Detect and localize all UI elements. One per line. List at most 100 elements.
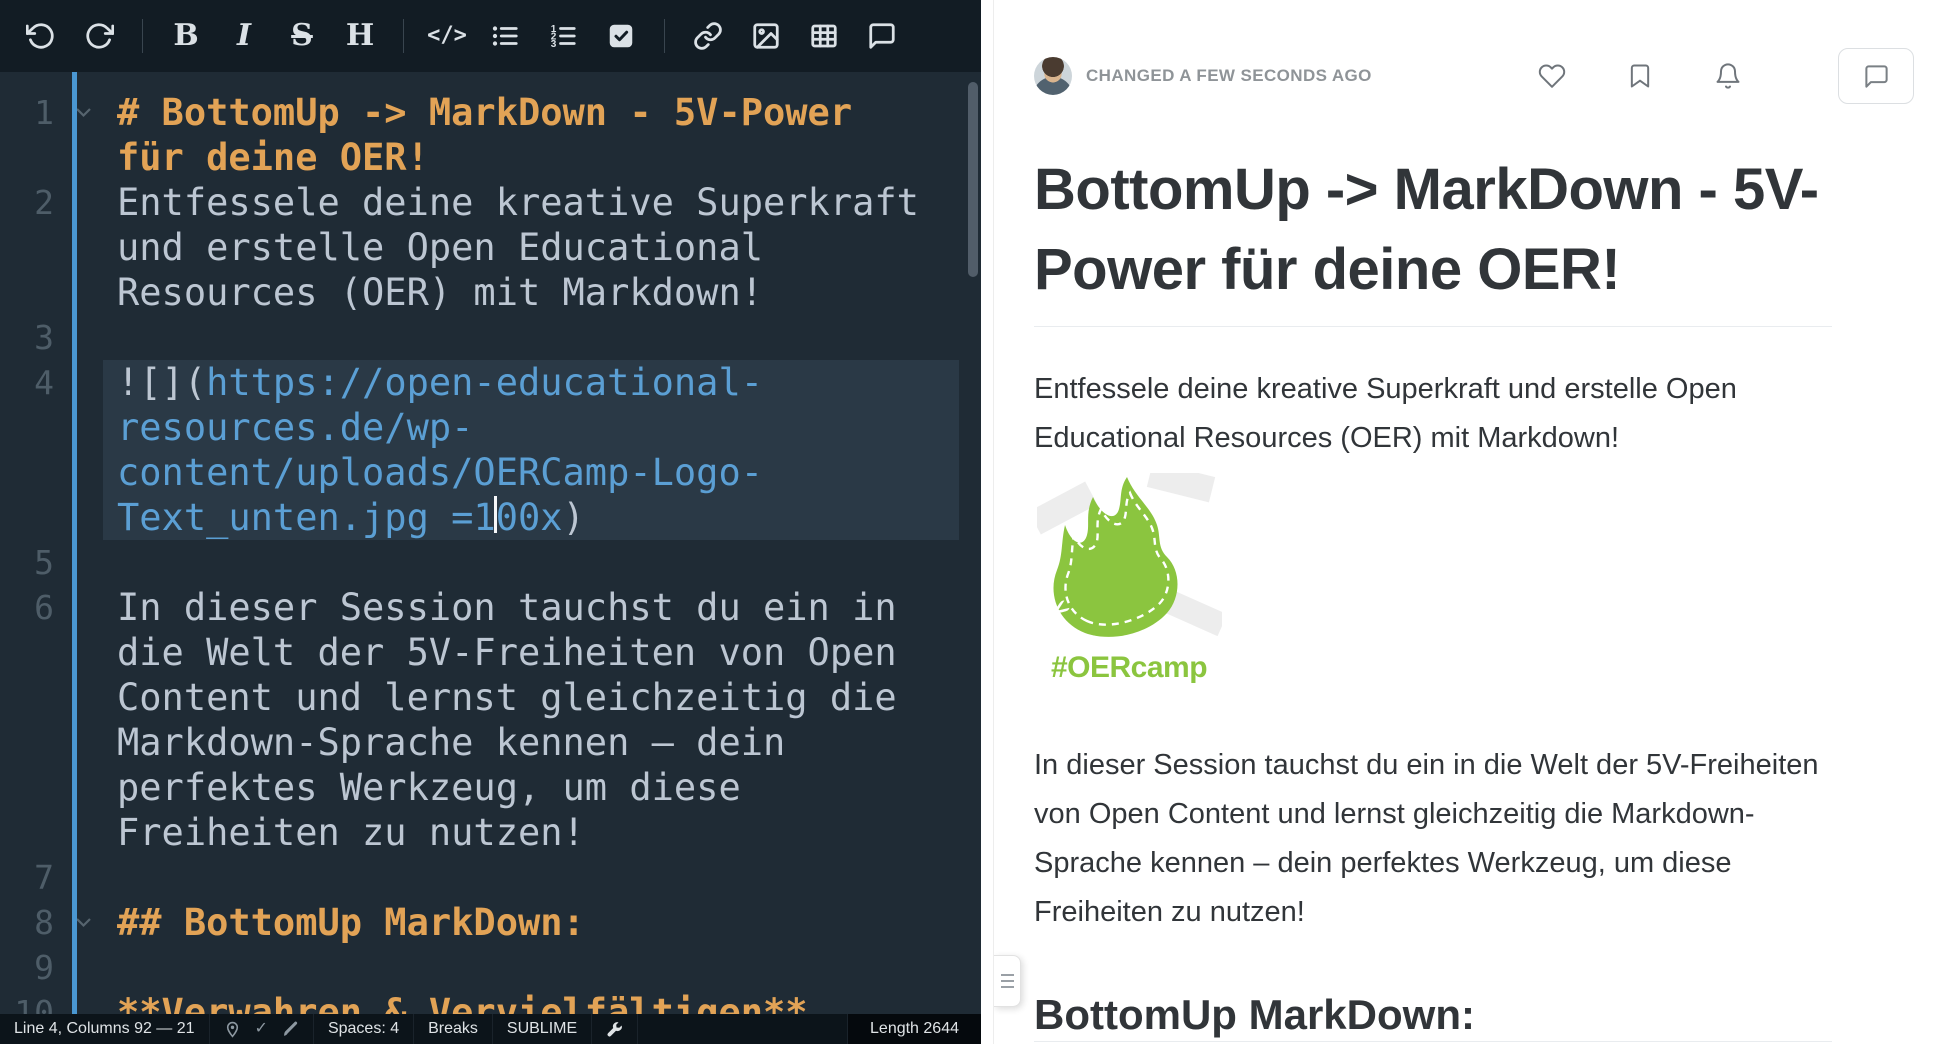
code-row[interactable]: 1# BottomUp -> MarkDown - 5V-Power <box>0 90 981 135</box>
code-text: Resources (OER) mit Markdown! <box>117 270 959 315</box>
like-heart-icon[interactable] <box>1538 62 1566 90</box>
line-number <box>0 135 60 180</box>
fold-gutter <box>60 450 94 495</box>
code-row[interactable]: 6In dieser Session tauchst du ein in <box>0 585 981 630</box>
line-number: 1 <box>0 90 60 135</box>
spaces-setting[interactable]: Spaces: 4 <box>314 1014 414 1044</box>
fold-gutter <box>60 135 94 180</box>
code-editor[interactable]: 1# BottomUp -> MarkDown - 5V-Powerfür de… <box>0 72 981 1014</box>
oercamp-logo: ✂ #OERcamp <box>1034 473 1224 686</box>
fold-gutter <box>60 765 94 810</box>
document-length: Length 2644 <box>847 1014 981 1044</box>
code-row[interactable]: Text_unten.jpg =100x) <box>0 495 981 540</box>
fold-gutter <box>60 360 94 405</box>
fold-gutter <box>60 495 94 540</box>
line-number <box>0 450 60 495</box>
code-row[interactable]: Freiheiten zu nutzen! <box>0 810 981 855</box>
ordered-list-button[interactable]: 123 <box>536 12 590 60</box>
undo-icon <box>26 21 56 51</box>
code-row[interactable]: 10**Verwahren & Vervielfältigen** <box>0 990 981 1014</box>
code-row[interactable]: 2Entfessele deine kreative Superkraft <box>0 180 981 225</box>
code-row[interactable]: 3 <box>0 315 981 360</box>
comment-button[interactable] <box>855 12 909 60</box>
redo-button[interactable] <box>72 12 126 60</box>
bookmark-icon[interactable] <box>1626 62 1654 90</box>
last-changed-text: CHANGED A FEW SECONDS AGO <box>1086 66 1372 86</box>
note-paragraph-1: Entfessele deine kreative Superkraft und… <box>1034 365 1832 463</box>
code-row[interactable]: die Welt der 5V-Freiheiten von Open <box>0 630 981 675</box>
insert-link-button[interactable] <box>681 12 735 60</box>
notification-bell-icon[interactable] <box>1714 62 1742 90</box>
code-row[interactable]: 7 <box>0 855 981 900</box>
code-row[interactable]: Content und lernst gleichzeitig die <box>0 675 981 720</box>
fold-gutter <box>60 270 94 315</box>
undo-button[interactable] <box>14 12 68 60</box>
fold-gutter <box>60 315 94 360</box>
author-avatar[interactable] <box>1034 57 1072 95</box>
editor-scrollbar[interactable] <box>968 82 978 277</box>
code-text <box>117 540 959 585</box>
code-row[interactable]: 8## BottomUp MarkDown: <box>0 900 981 945</box>
rendered-note: BottomUp -> MarkDown - 5V-Power für dein… <box>994 150 1832 1042</box>
line-number: 9 <box>0 945 60 990</box>
bold-button[interactable]: B <box>159 12 213 60</box>
fold-gutter <box>60 405 94 450</box>
code-text: Freiheiten zu nutzen! <box>117 810 959 855</box>
link-icon <box>693 21 723 51</box>
wrench-icon <box>606 1021 623 1038</box>
line-number: 3 <box>0 315 60 360</box>
code-text <box>117 945 959 990</box>
code-row[interactable]: perfektes Werkzeug, um diese <box>0 765 981 810</box>
fold-gutter <box>60 990 94 1014</box>
check-icon[interactable]: ✓ <box>255 1014 268 1044</box>
code-block-button[interactable]: </> <box>420 12 474 60</box>
table-icon <box>809 21 839 51</box>
bullet-list-icon <box>490 21 520 51</box>
insert-image-button[interactable] <box>739 12 793 60</box>
line-number: 7 <box>0 855 60 900</box>
comments-button[interactable] <box>1838 48 1914 104</box>
pin-icon[interactable] <box>224 1021 241 1038</box>
linebreaks-setting[interactable]: Breaks <box>414 1014 493 1044</box>
fold-gutter <box>60 720 94 765</box>
brush-icon[interactable] <box>282 1021 299 1038</box>
line-number <box>0 630 60 675</box>
editor-pane: B I S H </> 123 <box>0 0 981 1044</box>
italic-button[interactable]: I <box>217 12 271 60</box>
status-icon-group: ✓ <box>210 1014 314 1044</box>
keymap-setting[interactable]: SUBLIME <box>493 1014 592 1044</box>
code-row[interactable]: 9 <box>0 945 981 990</box>
preview-pane: CHANGED A FEW SECONDS AGO BottomUp -> Ma… <box>994 0 1938 1044</box>
toolbar-separator <box>664 19 665 53</box>
preferences-button[interactable] <box>592 1014 638 1044</box>
image-icon <box>751 21 781 51</box>
code-row[interactable]: und erstelle Open Educational <box>0 225 981 270</box>
changed-lines-indicator <box>72 72 77 1014</box>
code-row[interactable]: für deine OER! <box>0 135 981 180</box>
line-number: 2 <box>0 180 60 225</box>
bullet-list-button[interactable] <box>478 12 532 60</box>
line-number <box>0 405 60 450</box>
oercamp-flame-image: ✂ <box>1037 473 1222 643</box>
checklist-button[interactable] <box>594 12 648 60</box>
note-title: BottomUp -> MarkDown - 5V-Power für dein… <box>1034 150 1832 327</box>
code-row[interactable]: 5 <box>0 540 981 585</box>
code-row[interactable]: Markdown-Sprache kennen – dein <box>0 720 981 765</box>
code-row[interactable]: 4![](https://open-educational- <box>0 360 981 405</box>
code-text: In dieser Session tauchst du ein in <box>117 585 959 630</box>
app: B I S H </> 123 <box>0 0 1938 1044</box>
heading-button[interactable]: H <box>333 12 387 60</box>
fold-gutter <box>60 225 94 270</box>
code-text: Text_unten.jpg =100x) <box>117 495 959 540</box>
strikethrough-button[interactable]: S <box>275 12 329 60</box>
code-text: Content und lernst gleichzeitig die <box>117 675 959 720</box>
code-row[interactable]: Resources (OER) mit Markdown! <box>0 270 981 315</box>
insert-table-button[interactable] <box>797 12 851 60</box>
fold-gutter <box>60 810 94 855</box>
fold-chevron-icon[interactable] <box>60 90 94 135</box>
code-text <box>117 855 959 900</box>
fold-chevron-icon[interactable] <box>60 900 94 945</box>
code-row[interactable]: resources.de/wp- <box>0 405 981 450</box>
split-drag-handle[interactable] <box>994 955 1021 1007</box>
code-row[interactable]: content/uploads/OERCamp-Logo- <box>0 450 981 495</box>
